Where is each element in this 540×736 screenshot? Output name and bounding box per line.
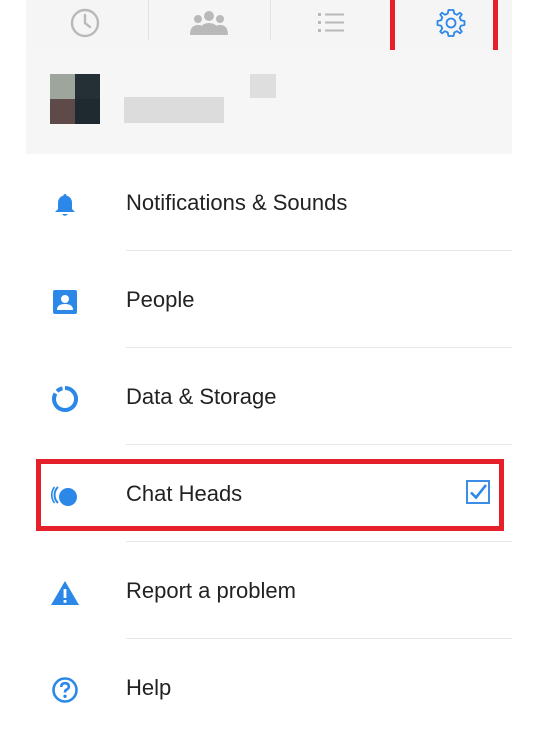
settings-item-report[interactable]: Report a problem	[26, 542, 512, 639]
tab-list[interactable]	[272, 0, 390, 46]
chat-heads-highlight-box	[36, 459, 504, 531]
people-icon	[190, 11, 228, 35]
list-icon	[318, 13, 344, 32]
settings-list: Notifications & Sounds People Data & Sto…	[26, 154, 512, 736]
settings-item-help[interactable]: Help	[26, 639, 512, 736]
help-circle-icon	[50, 675, 80, 705]
settings-item-data-storage[interactable]: Data & Storage	[26, 348, 512, 445]
clock-icon	[70, 8, 100, 38]
settings-item-label: Notifications & Sounds	[126, 190, 348, 215]
tab-recent[interactable]	[26, 0, 144, 46]
settings-item-label: Data & Storage	[126, 384, 277, 409]
ring-icon	[50, 384, 80, 414]
settings-item-label: Help	[126, 675, 172, 700]
settings-item-people[interactable]: People	[26, 251, 512, 348]
tab-groups[interactable]	[150, 0, 268, 46]
warning-icon	[50, 578, 80, 608]
profile-header[interactable]	[26, 50, 512, 154]
avatar[interactable]	[50, 74, 100, 124]
profile-detail-redacted	[250, 74, 276, 98]
profile-name-redacted	[124, 97, 224, 123]
contact-card-icon	[50, 287, 80, 317]
settings-item-label: Report a problem	[126, 578, 296, 603]
settings-item-notifications[interactable]: Notifications & Sounds	[26, 154, 512, 251]
settings-item-label: People	[126, 287, 195, 312]
bell-icon	[50, 190, 80, 220]
